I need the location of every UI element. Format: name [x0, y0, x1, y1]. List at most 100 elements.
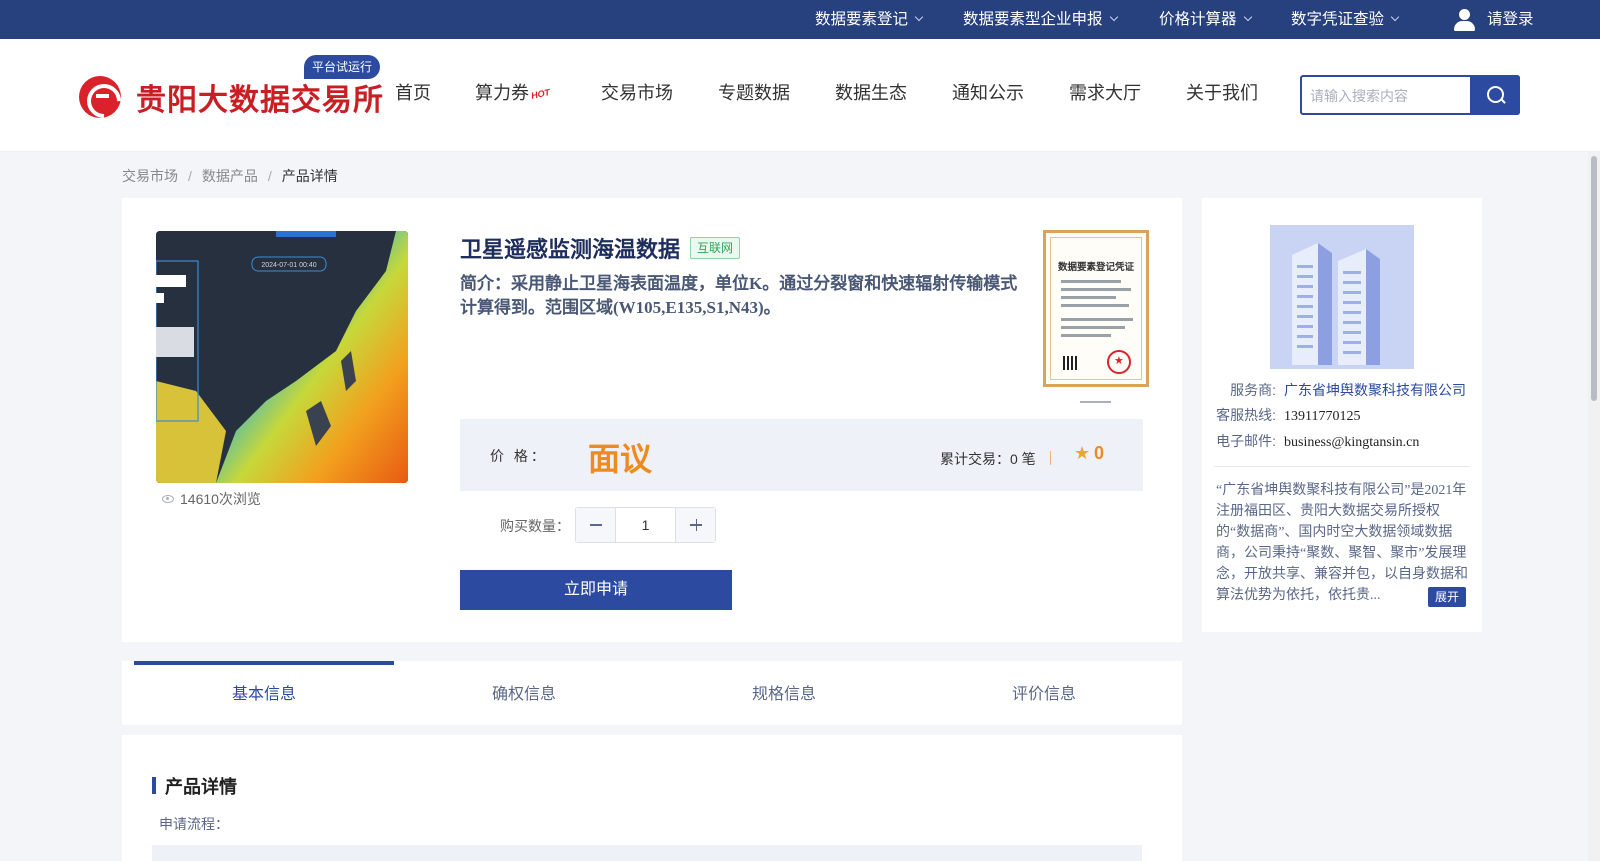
breadcrumb: 交易市场 / 数据产品 / 产品详情	[122, 166, 338, 186]
topbar-menu-label: 数据要素型企业申报	[963, 11, 1103, 28]
trial-badge: 平台试运行	[304, 55, 381, 79]
quantity-stepper	[575, 507, 716, 543]
nav-item-trading-market[interactable]: 交易市场	[601, 79, 673, 105]
trade-count-value: 0 笔	[1010, 451, 1036, 467]
certificate-text-line	[1061, 296, 1116, 299]
eye-icon	[162, 495, 174, 503]
divider	[1214, 466, 1470, 467]
topbar-menu-price-calculator[interactable]: 价格计算器	[1159, 0, 1252, 39]
provider-logo	[1270, 225, 1414, 369]
nav-item-topic-data[interactable]: 专题数据	[718, 79, 790, 105]
page-scrollbar[interactable]	[1588, 152, 1600, 861]
price-label: 价 格：	[490, 448, 548, 464]
view-count: 14610次浏览	[162, 489, 261, 509]
sea-temperature-map: 2024-07-01 00:40	[156, 231, 408, 483]
nav-item-demand-hall[interactable]: 需求大厅	[1069, 79, 1141, 105]
quantity-input[interactable]	[616, 508, 675, 542]
login-link[interactable]: 请登录	[1452, 0, 1534, 39]
topbar-menu-label: 数字凭证查验	[1291, 11, 1385, 28]
email-label: 电子邮件:	[1216, 433, 1276, 449]
topbar-menu-label: 价格计算器	[1159, 11, 1237, 28]
hot-badge: HOT	[530, 87, 551, 102]
nav-item-about-us[interactable]: 关于我们	[1186, 79, 1258, 105]
chevron-down-icon	[914, 12, 924, 22]
breadcrumb-current: 产品详情	[281, 168, 338, 184]
breadcrumb-link[interactable]: 交易市场	[122, 168, 178, 184]
tab-reviews[interactable]: 评价信息	[914, 661, 1174, 725]
price-box: 价 格： 面议 累计交易：0 笔 ★ 0	[460, 419, 1143, 491]
certificate-frame: 数据要素登记凭证	[1050, 237, 1142, 380]
seal-icon	[1107, 350, 1131, 374]
detail-tabs: 基本信息 确权信息 规格信息 评价信息	[122, 661, 1182, 725]
topbar-menu-enterprise-declaration[interactable]: 数据要素型企业申报	[963, 0, 1118, 39]
nav-item-data-ecosystem[interactable]: 数据生态	[835, 79, 907, 105]
product-title: 卫星遥感监测海温数据	[460, 237, 681, 262]
provider-panel: 服务商: 广东省坤舆数聚科技有限公司 客服热线: 13911770125 电子邮件:…	[1202, 198, 1482, 632]
chevron-down-icon	[1109, 12, 1118, 22]
certificate-text-line	[1061, 318, 1133, 321]
chevron-down-icon	[1243, 12, 1252, 22]
email-value: business@kingtansin.cn	[1284, 435, 1420, 450]
registration-certificate[interactable]: 数据要素登记凭证	[1043, 230, 1149, 387]
login-label: 请登录	[1487, 11, 1534, 28]
nav-item-label: 需求大厅	[1069, 83, 1141, 103]
nav-item-label: 算力券	[475, 83, 529, 103]
vendor-label: 服务商:	[1230, 382, 1276, 398]
apply-flow-box	[152, 845, 1142, 861]
provider-vendor-row: 服务商: 广东省坤舆数聚科技有限公司	[1214, 380, 1466, 400]
apply-button[interactable]: 立即申请	[460, 570, 732, 610]
carousel-indicator[interactable]	[1080, 401, 1111, 403]
logo-text[interactable]: 贵阳大数据交易所	[136, 75, 384, 119]
product-image[interactable]: 2024-07-01 00:40	[156, 231, 408, 483]
expand-button[interactable]: 展开	[1428, 587, 1467, 607]
trade-count: 累计交易：0 笔	[940, 449, 1036, 469]
nav-item-label: 专题数据	[718, 83, 790, 103]
logo-icon[interactable]	[79, 76, 121, 118]
phone-label: 客服热线:	[1216, 407, 1276, 423]
tab-basic-info[interactable]: 基本信息	[134, 661, 394, 725]
search-button[interactable]	[1470, 75, 1520, 115]
tab-rights-info[interactable]: 确权信息	[394, 661, 654, 725]
view-count-text: 14610次浏览	[180, 491, 261, 507]
provider-phone-row: 客服热线: 13911770125	[1214, 405, 1360, 425]
product-panel: 2024-07-01 00:40 14610次浏览 卫星遥感监测海温数据 互联网…	[122, 198, 1182, 642]
certificate-text-line	[1061, 288, 1131, 291]
top-utility-bar: 数据要素登记 数据要素型企业申报 价格计算器 数字凭证查验 请登录	[0, 0, 1600, 39]
nav-item-label: 关于我们	[1186, 83, 1258, 103]
breadcrumb-separator: /	[188, 168, 192, 184]
increment-button[interactable]	[675, 508, 715, 542]
scrollbar-thumb[interactable]	[1591, 156, 1597, 401]
user-icon	[1452, 8, 1476, 32]
certificate-text-line	[1061, 334, 1111, 337]
nav-item-label: 交易市场	[601, 83, 673, 103]
topbar-menu-certificate-check[interactable]: 数字凭证查验	[1291, 0, 1400, 39]
breadcrumb-link[interactable]: 数据产品	[202, 168, 258, 184]
topbar-menu-label: 数据要素登记	[815, 11, 909, 28]
star-icon[interactable]: ★	[1074, 443, 1090, 464]
divider	[1050, 451, 1051, 465]
nav-item-announcements[interactable]: 通知公示	[952, 79, 1024, 105]
chevron-down-icon	[1390, 12, 1400, 22]
nav-item-compute-voucher[interactable]: 算力券HOT	[475, 79, 551, 105]
nav-item-home[interactable]: 首页	[395, 79, 431, 105]
search-input[interactable]	[1310, 84, 1470, 108]
certificate-title: 数据要素登记凭证	[1057, 262, 1134, 273]
decrement-button[interactable]	[576, 508, 616, 542]
nav-item-label: 首页	[395, 83, 431, 103]
certificate-text-line	[1061, 280, 1121, 283]
quantity-label: 购买数量：	[500, 518, 570, 534]
trade-count-label: 累计交易：	[940, 451, 1010, 467]
certificate-text-line	[1061, 326, 1125, 329]
search-box	[1300, 75, 1520, 115]
tab-spec-info[interactable]: 规格信息	[654, 661, 914, 725]
vendor-link[interactable]: 广东省坤舆数聚科技有限公司	[1284, 382, 1466, 398]
favorite-count: 0	[1094, 443, 1105, 463]
qr-code-icon	[1063, 356, 1077, 370]
price-value: 面议	[588, 441, 653, 477]
provider-email-row: 电子邮件: business@kingtansin.cn	[1214, 431, 1419, 451]
phone-value: 13911770125	[1284, 409, 1361, 424]
section-title: 产品详情	[152, 773, 237, 799]
nav-item-label: 通知公示	[952, 83, 1024, 103]
topbar-menu-data-registration[interactable]: 数据要素登记	[815, 0, 924, 39]
building-icon	[1270, 225, 1414, 369]
